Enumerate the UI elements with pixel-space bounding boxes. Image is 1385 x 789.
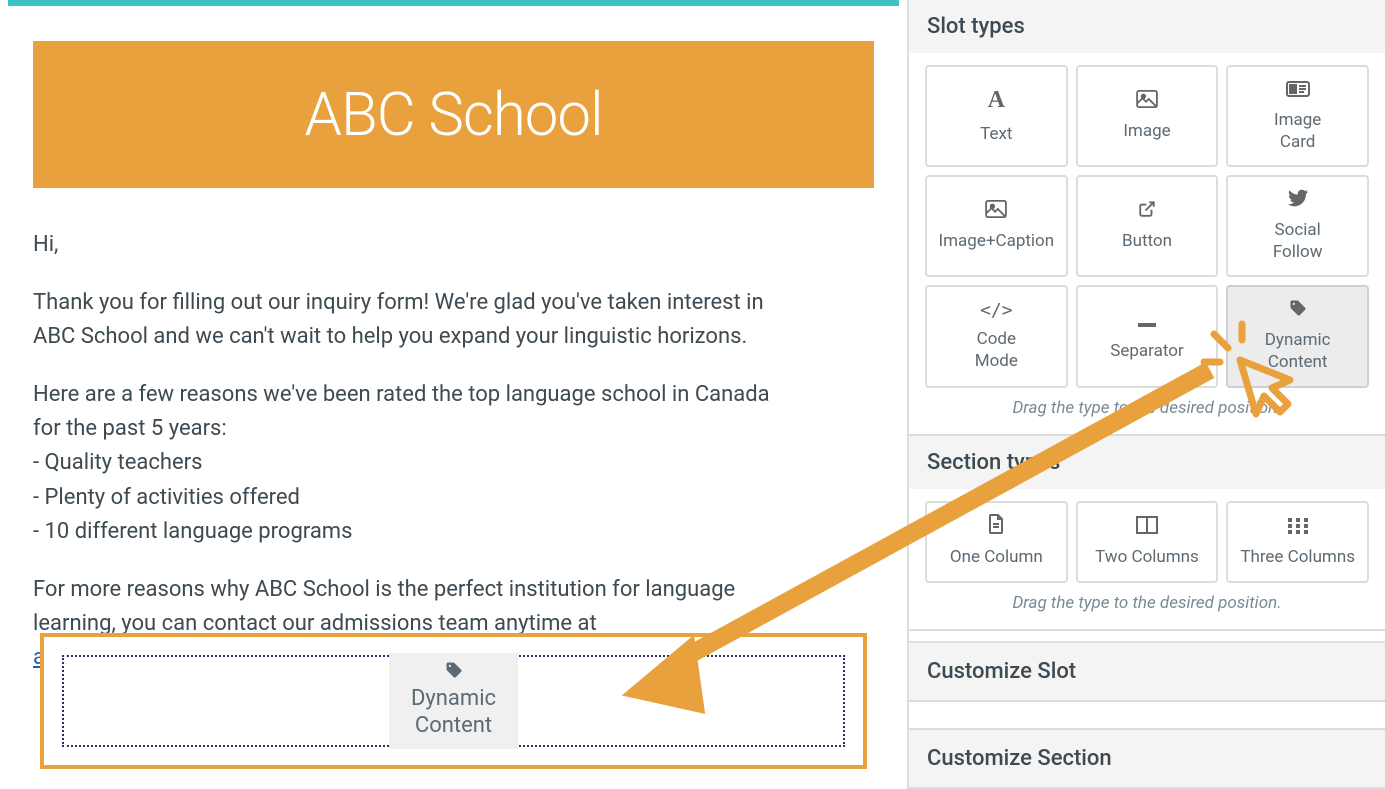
section-three-columns[interactable]: Three Columns bbox=[1226, 501, 1369, 583]
list-item: 10 different language programs bbox=[35, 515, 773, 549]
list-item: Plenty of activities offered bbox=[35, 481, 773, 515]
section-label: Two Columns bbox=[1095, 546, 1199, 568]
customize-section-header[interactable]: Customize Section bbox=[909, 728, 1385, 789]
tag-icon bbox=[411, 661, 496, 685]
slot-image[interactable]: Image bbox=[1076, 65, 1219, 167]
reasons-list: Quality teachers Plenty of activities of… bbox=[33, 446, 773, 548]
code-icon: </> bbox=[980, 299, 1013, 322]
external-icon bbox=[1138, 198, 1156, 224]
slot-button[interactable]: Button bbox=[1076, 175, 1219, 277]
image-card-icon bbox=[1286, 77, 1310, 103]
drop-dynamic-content-tile: Dynamic Content bbox=[389, 653, 518, 749]
two-columns-icon bbox=[1136, 514, 1158, 540]
slot-image-card[interactable]: Image Card bbox=[1226, 65, 1369, 167]
email-body: Hi, Thank you for filling out our inquir… bbox=[33, 228, 773, 675]
drop-inner: Dynamic Content bbox=[62, 655, 845, 747]
slot-types-header: Slot types bbox=[909, 0, 1385, 53]
drop-label-line2: Content bbox=[415, 713, 492, 738]
customize-slot-header[interactable]: Customize Slot bbox=[909, 641, 1385, 702]
section-one-column[interactable]: One Column bbox=[925, 501, 1068, 583]
text-icon: A bbox=[988, 85, 1005, 116]
slot-label: Text bbox=[980, 123, 1012, 145]
slot-label: Code Mode bbox=[975, 328, 1018, 372]
image-icon bbox=[1136, 88, 1158, 114]
contact-text-pre: For more reasons why ABC School is the p… bbox=[33, 577, 735, 636]
banner-title: ABC School bbox=[304, 79, 602, 150]
slot-code-mode[interactable]: </> Code Mode bbox=[925, 285, 1068, 387]
twitter-icon bbox=[1288, 187, 1308, 213]
editor-pane: ABC School Hi, Thank you for filling out… bbox=[8, 0, 899, 789]
slot-types-grid: A Text Image Image Card bbox=[925, 65, 1369, 388]
slot-hint: Drag the type to the desired position. bbox=[925, 388, 1369, 432]
minus-icon bbox=[1138, 308, 1156, 334]
section-types-header: Section types bbox=[909, 436, 1385, 489]
file-icon bbox=[988, 514, 1004, 540]
slot-separator[interactable]: Separator bbox=[1076, 285, 1219, 387]
section-two-columns[interactable]: Two Columns bbox=[1076, 501, 1219, 583]
three-columns-icon bbox=[1288, 514, 1308, 540]
slot-label: Image Card bbox=[1274, 109, 1321, 153]
section-types-panel: Section types One Column Two Columns bbox=[909, 436, 1385, 631]
slot-label: Image bbox=[1123, 120, 1170, 142]
slot-label: Dynamic Content bbox=[1265, 329, 1331, 373]
thank-you-text: Thank you for filling out our inquiry fo… bbox=[33, 286, 773, 354]
email-banner: ABC School bbox=[33, 41, 874, 188]
section-label: One Column bbox=[950, 546, 1043, 568]
slot-label: Image+Caption bbox=[939, 230, 1055, 252]
slot-image-caption[interactable]: Image+Caption bbox=[925, 175, 1068, 277]
section-types-grid: One Column Two Columns Three Columns bbox=[925, 501, 1369, 583]
section-label: Three Columns bbox=[1240, 546, 1355, 568]
reasons-intro: Here are a few reasons we've been rated … bbox=[33, 382, 770, 441]
sidebar: Slot types A Text Image bbox=[907, 0, 1385, 789]
drop-label-line1: Dynamic bbox=[411, 686, 496, 711]
slot-label: Social Follow bbox=[1273, 219, 1323, 263]
slot-dynamic-content[interactable]: Dynamic Content bbox=[1226, 285, 1369, 387]
slot-types-panel: Slot types A Text Image bbox=[909, 0, 1385, 436]
slot-label: Button bbox=[1122, 230, 1172, 252]
list-item: Quality teachers bbox=[35, 446, 773, 480]
drop-target[interactable]: Dynamic Content bbox=[40, 633, 867, 769]
slot-text[interactable]: A Text bbox=[925, 65, 1068, 167]
slot-label: Separator bbox=[1110, 340, 1183, 362]
section-hint: Drag the type to the desired position. bbox=[925, 583, 1369, 627]
greeting: Hi, bbox=[33, 228, 773, 262]
slot-social-follow[interactable]: Social Follow bbox=[1226, 175, 1369, 277]
tag-icon bbox=[1289, 297, 1307, 323]
image-icon bbox=[985, 198, 1007, 224]
